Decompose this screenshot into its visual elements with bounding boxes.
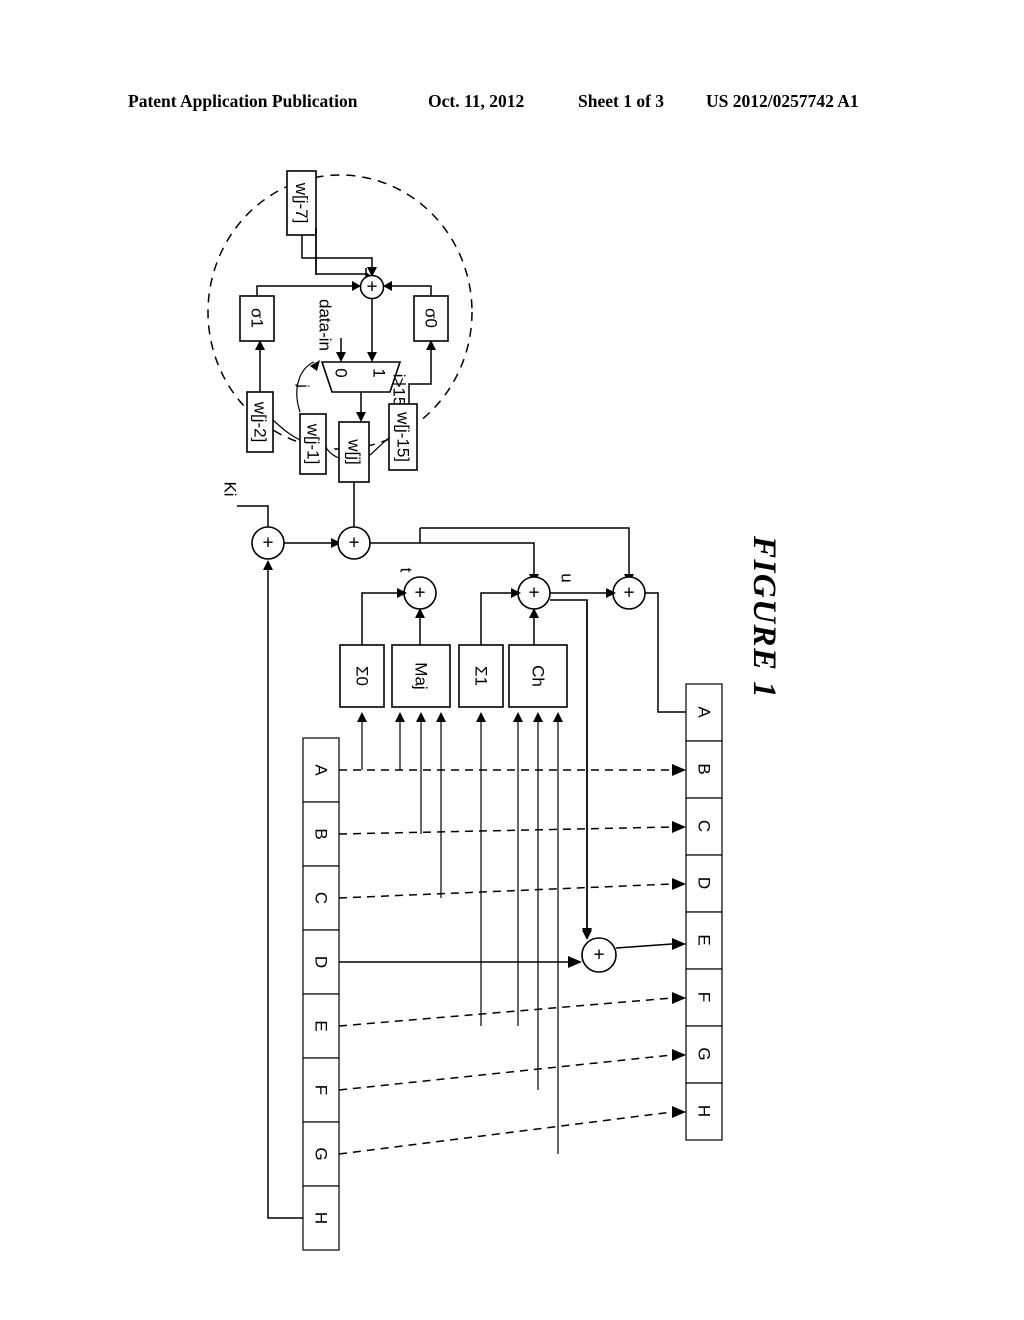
- register-out-cell: B: [695, 763, 714, 774]
- patent-figure-page: Patent Application Publication Oct. 11, …: [0, 0, 1024, 1320]
- box-w-j-minus-2-label: w[j-2]: [251, 401, 270, 443]
- register-in-cell: A: [312, 764, 331, 776]
- box-w-j-minus-15-label: w[j-15]: [394, 411, 413, 462]
- box-sigma1-label: σ1: [248, 308, 267, 328]
- adder-wj-label: +: [348, 533, 359, 554]
- register-out-cell: C: [695, 820, 714, 832]
- box-sigma0: σ0: [413, 295, 449, 342]
- adder-t: +: [403, 576, 437, 610]
- box-w-j: w[j]: [338, 421, 370, 483]
- register-in-cell: E: [312, 1020, 331, 1031]
- box-sigma0-label: σ0: [422, 308, 441, 328]
- adder-e-label: +: [593, 945, 604, 966]
- register-in-cell: C: [312, 892, 331, 904]
- box-w-j-label: w[j]: [345, 438, 364, 465]
- register-out-cell: F: [695, 992, 714, 1002]
- adder-u: +: [517, 576, 551, 610]
- working-registers-output: A B C D E F G H: [685, 683, 723, 1141]
- function-block-ch: Ch: [508, 644, 568, 708]
- working-registers-input: A B C D E F G H: [302, 737, 340, 1251]
- box-w-j-minus-7: w[j-7]: [286, 170, 317, 236]
- adder-message-schedule: +: [359, 274, 385, 300]
- function-block-maj-label: Maj: [412, 662, 431, 689]
- adder-ki-label: +: [262, 533, 273, 554]
- adder-ki: +: [251, 526, 285, 560]
- register-out-cell: D: [695, 877, 714, 889]
- function-block-sigma0: Σ0: [339, 644, 385, 708]
- adder-final-label: +: [623, 583, 634, 604]
- register-out-cell: G: [695, 1047, 714, 1060]
- register-out-cell: E: [695, 934, 714, 945]
- shift-index-label: j: [295, 383, 312, 387]
- input-multiplexer: 0 1: [320, 361, 402, 393]
- function-block-sigma1: Σ1: [458, 644, 504, 708]
- register-shift-arrows: [338, 764, 686, 1155]
- adder-message-schedule-label: +: [366, 277, 377, 298]
- adder-final: +: [612, 576, 646, 610]
- register-in-cell: F: [312, 1085, 331, 1095]
- mux-input-0-label: 0: [332, 368, 351, 377]
- box-w-j-minus-7-label: w[j-7]: [292, 182, 311, 224]
- mux-select-label: i>15: [390, 374, 409, 407]
- register-in-cell: H: [312, 1212, 331, 1224]
- box-w-j-minus-1: w[j-1]: [299, 413, 327, 475]
- function-block-sigma1-label: Σ1: [472, 666, 491, 686]
- box-w-j-minus-15: w[j-15]: [388, 403, 418, 471]
- register-out-cell: H: [695, 1105, 714, 1117]
- box-sigma1: σ1: [239, 295, 275, 342]
- adder-t-label: +: [414, 583, 425, 604]
- register-in-cell: B: [312, 828, 331, 839]
- adder-e: +: [581, 937, 617, 973]
- sha256-datapath-diagram: w[j-7] + σ1 σ0 data-in 0 1 i>15 j w[j-2]…: [207, 170, 723, 1251]
- data-in-label: data-in: [316, 299, 335, 351]
- function-block-sigma0-label: Σ0: [353, 666, 372, 686]
- register-in-cell: G: [312, 1147, 331, 1160]
- function-block-ch-label: Ch: [529, 665, 548, 687]
- box-w-j-minus-2: w[j-2]: [246, 391, 274, 453]
- adder-u-label: +: [528, 583, 539, 604]
- function-block-maj: Maj: [391, 644, 451, 708]
- mux-input-1-label: 1: [370, 368, 389, 377]
- box-w-j-minus-1-label: w[j-1]: [304, 423, 323, 465]
- register-in-cell: D: [312, 956, 331, 968]
- register-out-cell: A: [695, 706, 714, 718]
- key-constant-label: Ki: [221, 481, 240, 496]
- adder-wj: +: [337, 526, 371, 560]
- signal-u-label: u: [558, 573, 577, 582]
- signal-t-label: t: [397, 568, 416, 573]
